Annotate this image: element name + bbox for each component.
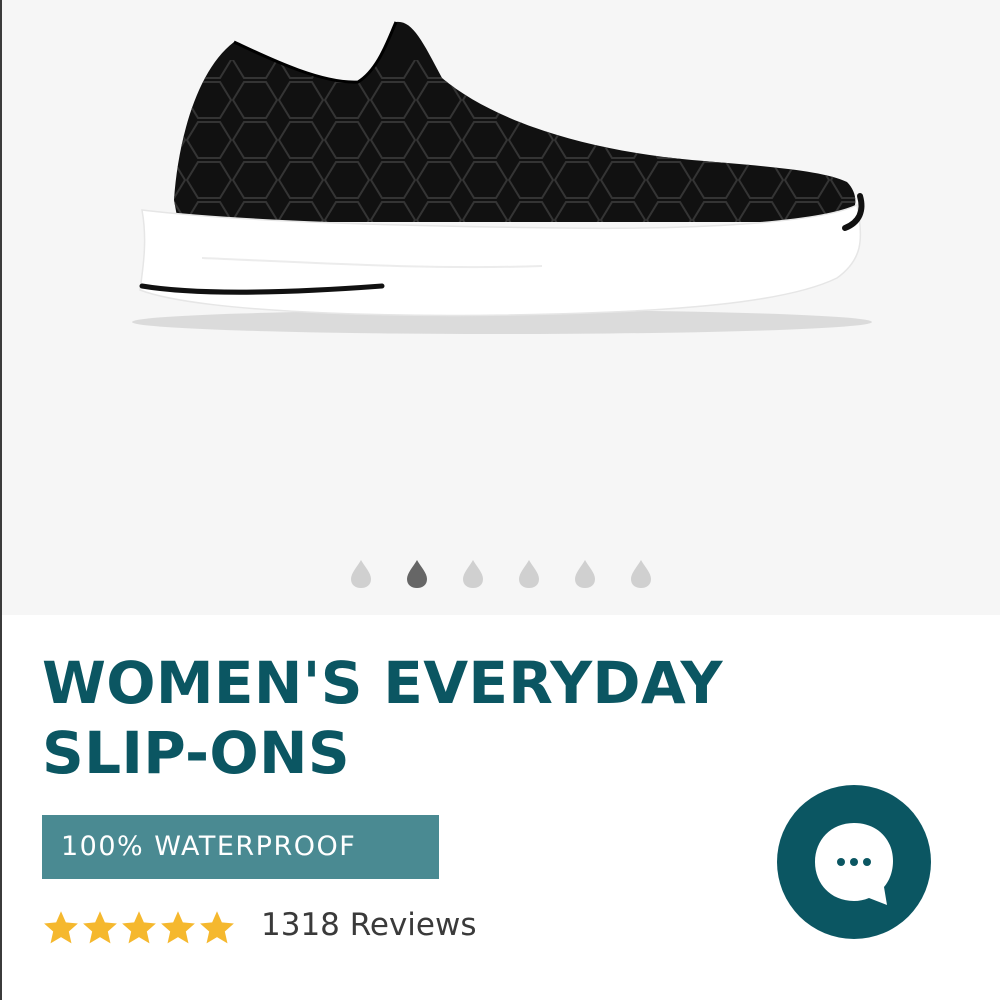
star-rating[interactable] xyxy=(42,910,237,946)
carousel-dot-3[interactable] xyxy=(460,557,486,591)
star-icon xyxy=(122,911,156,944)
carousel-dots xyxy=(0,557,1000,591)
star-icon xyxy=(161,911,195,944)
product-title: WOMEN'S EVERYDAY SLIP-ONS xyxy=(42,648,842,788)
chat-bubble-ellipsis-icon xyxy=(815,823,893,905)
product-title-line1: WOMEN'S EVERYDAY xyxy=(42,649,723,717)
carousel-dot-6[interactable] xyxy=(628,557,654,591)
product-image[interactable] xyxy=(2,0,1000,615)
star-icon xyxy=(44,911,78,944)
reviews-link[interactable]: 1318 Reviews xyxy=(261,907,477,943)
star-icon xyxy=(83,911,117,944)
carousel-dot-1[interactable] xyxy=(348,557,374,591)
waterproof-badge: 100% WATERPROOF xyxy=(42,815,439,879)
product-rating[interactable]: 1318 Reviews xyxy=(42,900,542,960)
carousel-dot-2[interactable] xyxy=(404,557,430,591)
product-title-line2: SLIP-ONS xyxy=(42,719,350,787)
product-image-carousel[interactable] xyxy=(2,0,1000,615)
chat-button[interactable] xyxy=(777,785,931,939)
carousel-dot-5[interactable] xyxy=(572,557,598,591)
star-icon xyxy=(200,911,234,944)
carousel-dot-4[interactable] xyxy=(516,557,542,591)
